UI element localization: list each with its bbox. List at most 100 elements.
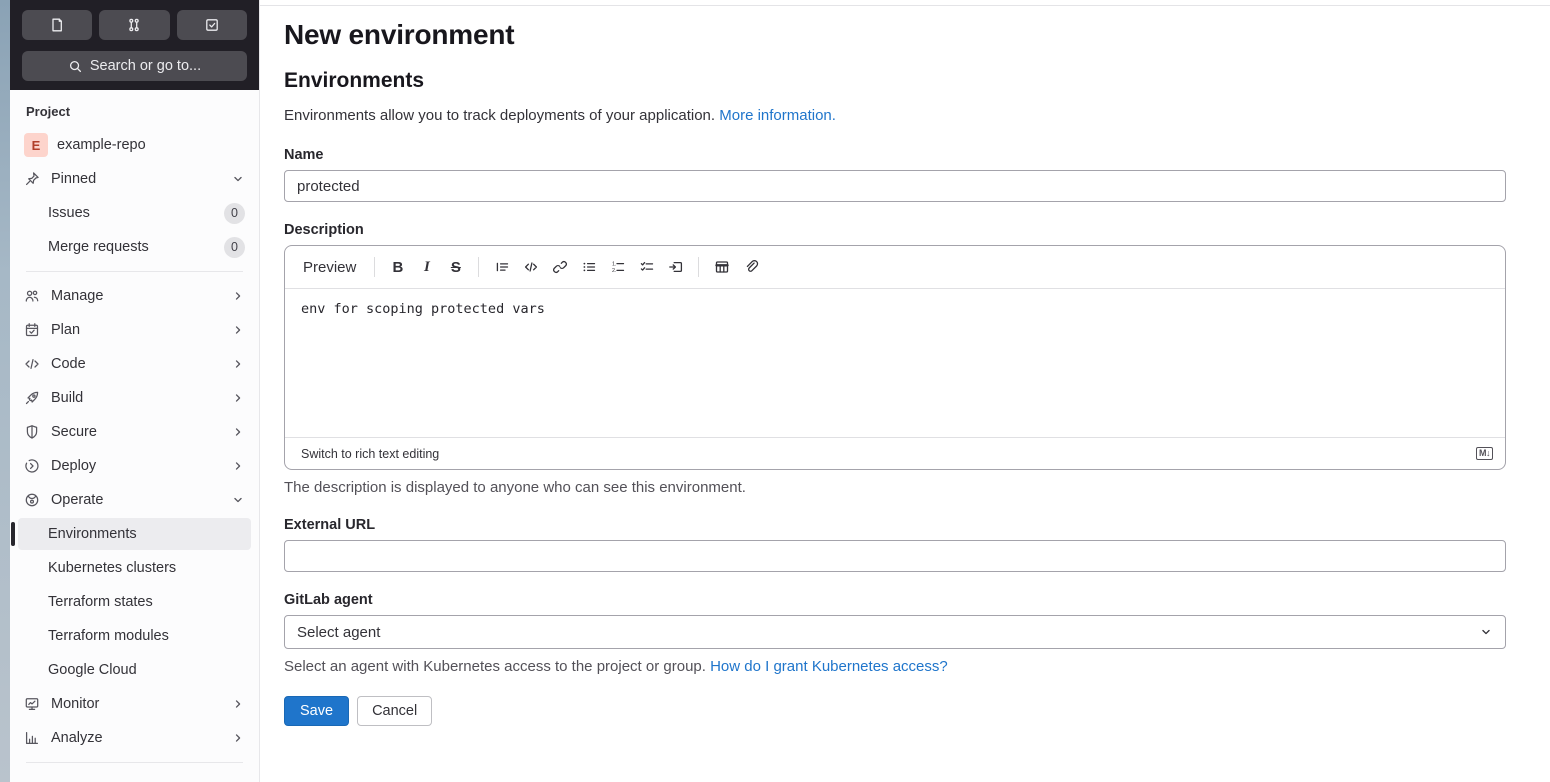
sidebar-item-manage[interactable]: Manage: [18, 280, 251, 312]
link-icon: [552, 259, 568, 275]
strikethrough-button[interactable]: S: [442, 254, 469, 281]
chevron-right-icon: [231, 459, 245, 473]
italic-button[interactable]: I: [413, 254, 440, 281]
agent-help-copy: Select an agent with Kubernetes access t…: [284, 658, 706, 675]
external-url-input[interactable]: [284, 540, 1506, 572]
desktop-edge-strip: [0, 0, 10, 782]
chart-icon: [24, 730, 40, 746]
sidebar-item-monitor[interactable]: Monitor: [18, 688, 251, 720]
code-button[interactable]: [517, 254, 544, 281]
sidebar-item-pinned[interactable]: Pinned: [18, 163, 251, 195]
sidebar-item-label: Deploy: [51, 458, 97, 474]
sidebar-item-merge-requests[interactable]: Merge requests 0: [18, 231, 251, 263]
page-title: New environment: [284, 19, 515, 50]
sidebar-item-build[interactable]: Build: [18, 382, 251, 414]
sidebar-item-label: Google Cloud: [48, 662, 137, 678]
name-input[interactable]: [284, 170, 1506, 202]
agent-select[interactable]: Select agent: [284, 615, 1506, 649]
code-icon: [523, 259, 539, 275]
bullet-list-button[interactable]: [575, 254, 602, 281]
table-button[interactable]: [708, 254, 735, 281]
chevron-right-icon: [231, 425, 245, 439]
sidebar-item-code[interactable]: Code: [18, 348, 251, 380]
markdown-icon: M↓: [1476, 447, 1493, 460]
sidebar-item-operate[interactable]: Operate: [18, 484, 251, 516]
svg-text:1.: 1.: [612, 261, 617, 267]
numbered-list-icon: 1. 2.: [610, 259, 626, 275]
sidebar-item-deploy[interactable]: Deploy: [18, 450, 251, 482]
chevron-right-icon: [231, 323, 245, 337]
sidebar-item-label: Monitor: [51, 696, 100, 712]
pin-icon: [24, 171, 40, 187]
task-list-icon: [639, 259, 655, 275]
quote-button[interactable]: [488, 254, 515, 281]
sidebar-item-label: Merge requests: [48, 239, 149, 255]
calendar-check-icon: [24, 322, 40, 338]
operate-icon: [24, 492, 40, 508]
shield-icon: [24, 424, 40, 440]
description-help-text: The description is displayed to anyone w…: [284, 479, 746, 496]
collapsible-section-icon: [668, 259, 684, 275]
attach-file-icon: [743, 259, 759, 275]
sidebar-item-kubernetes-clusters[interactable]: Kubernetes clusters: [18, 552, 251, 584]
issues-icon: [49, 17, 65, 33]
chevron-right-icon: [231, 357, 245, 371]
preview-button[interactable]: Preview: [303, 259, 356, 276]
sidebar-item-label: Operate: [51, 492, 104, 508]
agent-select-value: Select agent: [297, 623, 381, 641]
more-information-link[interactable]: More information.: [719, 107, 836, 124]
sidebar-header: Search or go to...: [10, 0, 259, 90]
chevron-right-icon: [231, 697, 245, 711]
section-title: Environments: [284, 69, 425, 92]
sidebar-item-label: Analyze: [51, 730, 103, 746]
toolbar-divider: [374, 257, 376, 277]
sidebar-item-label: Build: [51, 390, 84, 406]
link-button[interactable]: [546, 254, 573, 281]
sidebar-item-terraform-modules[interactable]: Terraform modules: [18, 620, 251, 652]
sidebar-item-environments[interactable]: Environments: [11, 518, 251, 550]
name-label: Name: [284, 147, 324, 163]
sidebar-item-label: Environments: [48, 526, 137, 542]
sidebar-item-label: Pinned: [51, 171, 97, 187]
sidebar-item-label: Plan: [51, 322, 81, 338]
italic-icon: I: [423, 258, 430, 275]
project-switcher[interactable]: E example-repo: [18, 129, 251, 161]
chevron-right-icon: [231, 391, 245, 405]
switch-rich-text-button[interactable]: Switch to rich text editing: [301, 447, 439, 461]
sidebar-item-label: Secure: [51, 424, 97, 440]
cancel-button[interactable]: Cancel: [357, 696, 433, 726]
kubernetes-access-link[interactable]: How do I grant Kubernetes access?: [710, 658, 948, 675]
sidebar-item-issues[interactable]: Issues 0: [18, 197, 251, 229]
sidebar-item-plan[interactable]: Plan: [18, 314, 251, 346]
numbered-list-button[interactable]: 1. 2.: [604, 254, 631, 281]
bullet-list-icon: [581, 259, 597, 275]
sidebar-item-label: Code: [51, 356, 86, 372]
todo-icon: [204, 17, 220, 33]
merge-request-icon: [126, 17, 142, 33]
sidebar-item-terraform-states[interactable]: Terraform states: [18, 586, 251, 618]
todo-shortcut-button[interactable]: [176, 10, 247, 40]
sidebar-item-analyze[interactable]: Analyze: [18, 722, 251, 754]
sidebar-divider: [26, 271, 243, 272]
task-list-button[interactable]: [633, 254, 660, 281]
project-avatar: E: [24, 133, 48, 157]
description-label: Description: [284, 222, 364, 238]
collapsible-section-button[interactable]: [662, 254, 689, 281]
bold-button[interactable]: B: [384, 254, 411, 281]
attach-file-button[interactable]: [737, 254, 764, 281]
table-icon: [714, 259, 730, 275]
code-icon: [24, 356, 40, 372]
editor-toolbar: Preview B I S 1. 2.: [285, 246, 1505, 289]
project-section-label: Project: [26, 104, 71, 119]
search-input[interactable]: Search or go to...: [22, 51, 247, 81]
sidebar-item-label: Manage: [51, 288, 104, 304]
issues-shortcut-button[interactable]: [22, 10, 93, 40]
sidebar-item-secure[interactable]: Secure: [18, 416, 251, 448]
chevron-down-icon: [231, 172, 245, 186]
save-button[interactable]: Save: [284, 696, 350, 726]
toolbar-divider: [478, 257, 480, 277]
description-textarea[interactable]: env for scoping protected vars: [285, 289, 1505, 437]
svg-text:2.: 2.: [612, 268, 617, 274]
sidebar-item-google-cloud[interactable]: Google Cloud: [18, 654, 251, 686]
merge-requests-shortcut-button[interactable]: [99, 10, 170, 40]
